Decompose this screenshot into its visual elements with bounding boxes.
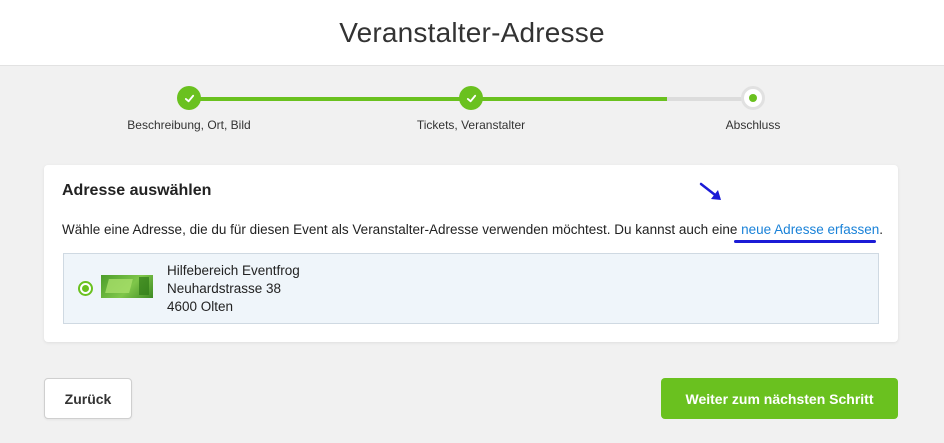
new-address-link[interactable]: neue Adresse erfassen xyxy=(741,222,879,237)
address-radio[interactable] xyxy=(78,281,93,296)
progress-stepper: Beschreibung, Ort, Bild Tickets, Veranst… xyxy=(0,66,944,156)
step-1-check-icon[interactable] xyxy=(177,86,201,110)
page-title: Veranstalter-Adresse xyxy=(339,16,605,48)
step-2-check-icon[interactable] xyxy=(459,86,483,110)
card-description: Wähle eine Adresse, die du für diesen Ev… xyxy=(62,222,883,237)
page-header: Veranstalter-Adresse xyxy=(0,0,944,66)
step-3-label: Abschluss xyxy=(725,118,781,132)
address-name: Hilfebereich Eventfrog xyxy=(167,263,300,278)
step-1-label: Beschreibung, Ort, Bild xyxy=(127,118,251,132)
next-step-button[interactable]: Weiter zum nächsten Schritt xyxy=(661,378,898,419)
description-text: Wähle eine Adresse, die du für diesen Ev… xyxy=(62,222,742,237)
annotation-arrow-icon xyxy=(699,182,721,200)
back-button[interactable]: Zurück xyxy=(44,378,132,419)
address-option[interactable]: Hilfebereich Eventfrog Neuhardstrasse 38… xyxy=(63,253,879,324)
description-suffix: . xyxy=(879,222,883,237)
address-card: Adresse auswählen Wähle eine Adresse, di… xyxy=(44,165,898,342)
address-city: 4600 Olten xyxy=(167,299,234,314)
card-title: Adresse auswählen xyxy=(62,182,212,199)
organizer-logo-image xyxy=(101,275,153,298)
step-2-label: Tickets, Veranstalter xyxy=(416,118,526,132)
address-lines: Hilfebereich Eventfrog Neuhardstrasse 38… xyxy=(167,262,300,316)
step-3-current-icon xyxy=(741,86,765,110)
address-street: Neuhardstrasse 38 xyxy=(167,281,282,296)
annotation-underline xyxy=(734,240,876,243)
stepper-progress-fill xyxy=(189,97,667,101)
